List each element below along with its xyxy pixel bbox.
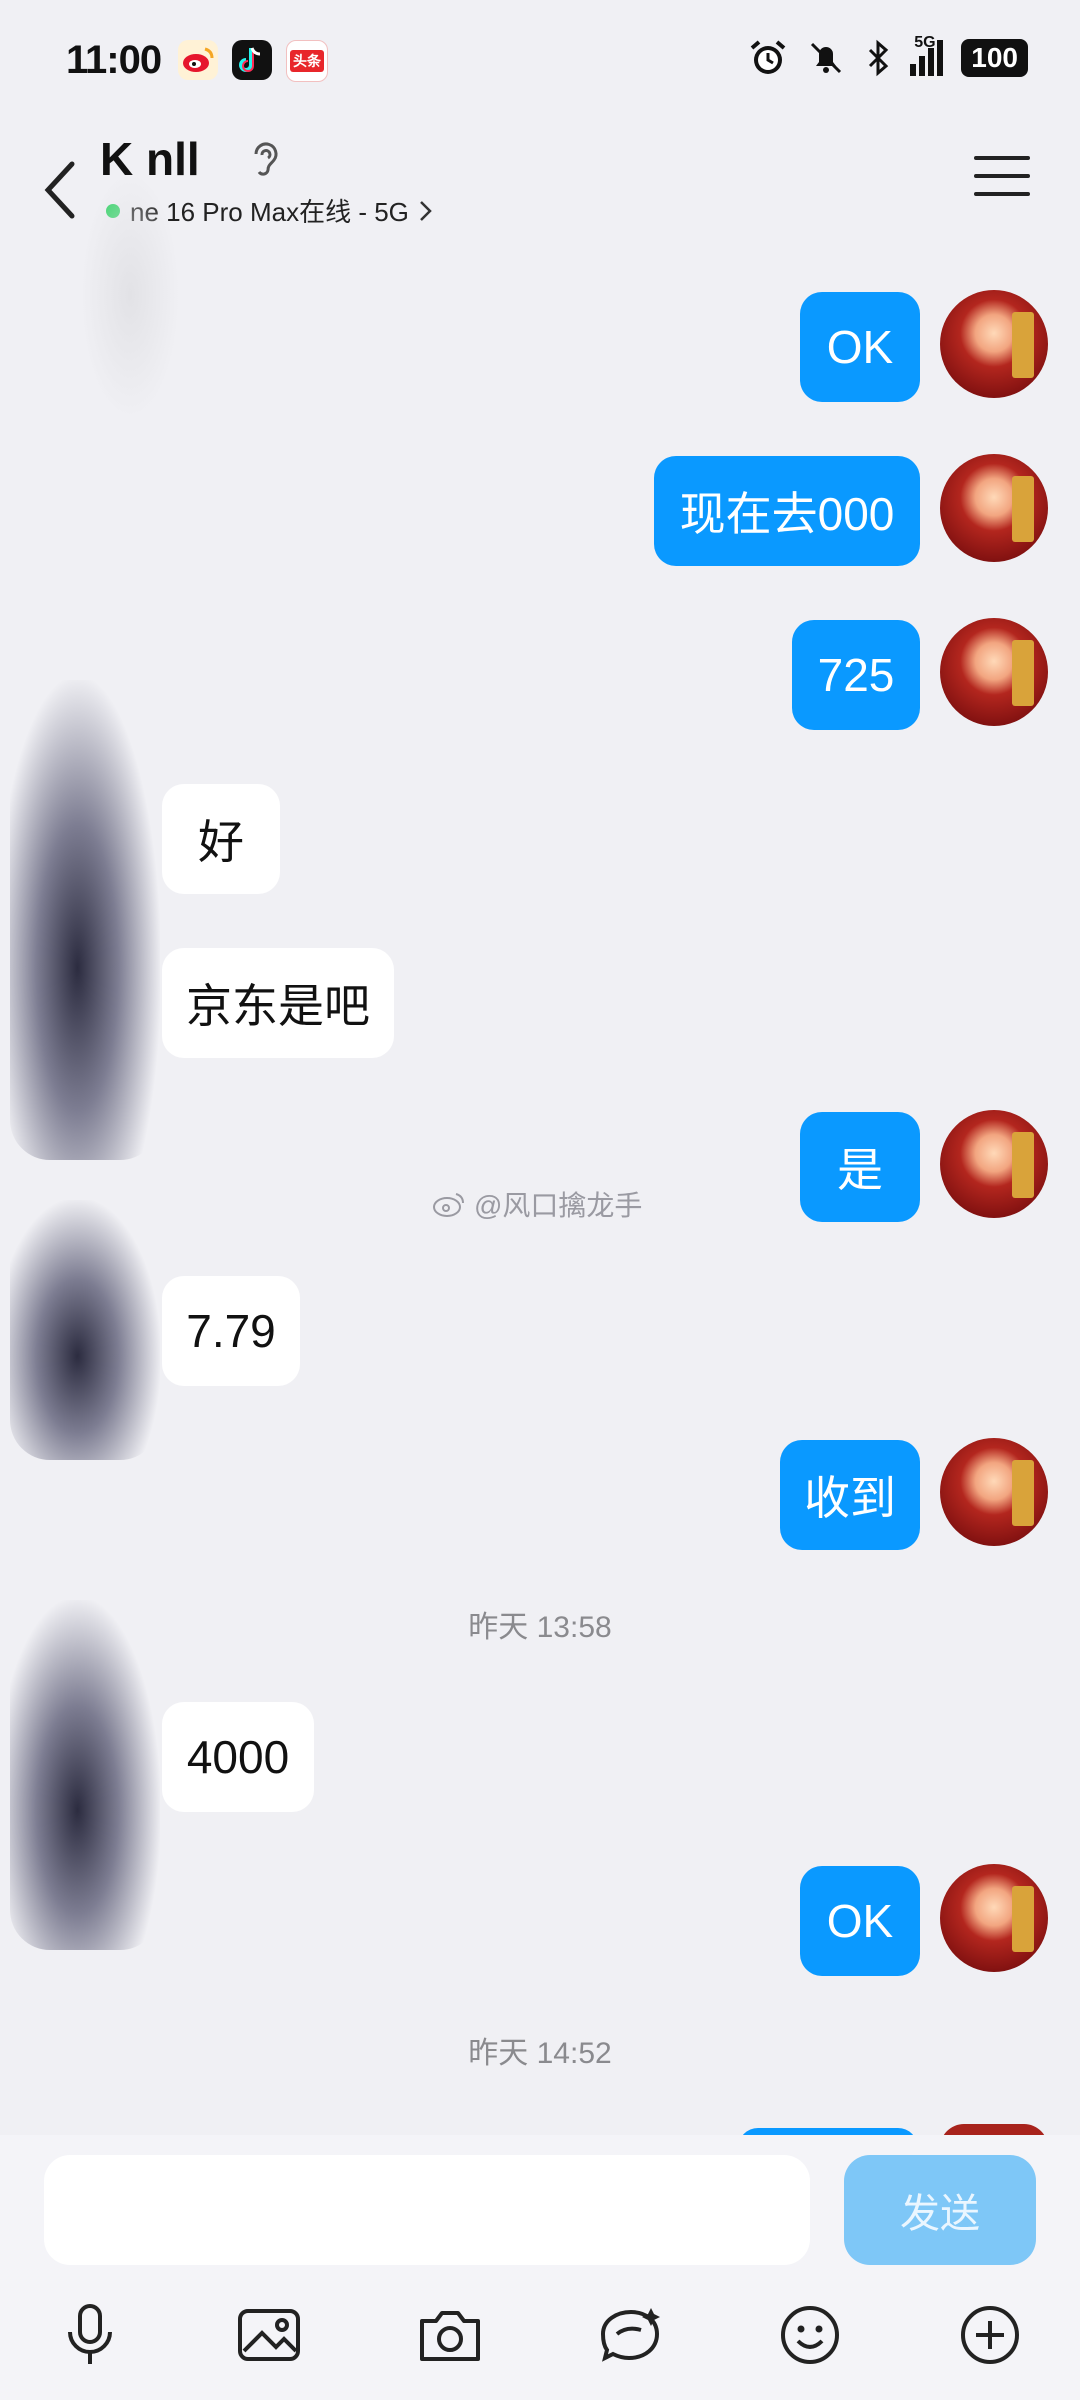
plus-icon[interactable] [950,2295,1030,2375]
weibo-logo-icon [433,1193,464,1217]
chevron-right-icon [420,200,432,221]
douyin-icon [232,40,272,80]
camera-icon[interactable] [410,2295,490,2375]
notification-app-icons: 头条 [178,40,328,82]
watermark: @风口擒龙手 [432,1184,642,1224]
sent-message-bubble[interactable]: OK [800,1866,920,1976]
message-input[interactable] [44,2155,810,2265]
sent-message-bubble[interactable]: 725 [792,620,920,730]
timestamp: 昨天 13:58 [468,1611,612,1644]
ear-icon[interactable] [248,138,282,183]
network-type: 5G [914,34,936,51]
my-avatar[interactable] [940,618,1048,726]
red-packet-icon[interactable] [590,2295,670,2375]
chevron-left-icon [44,161,75,219]
received-message-bubble[interactable]: 京东是吧 [162,948,394,1058]
my-avatar[interactable] [940,1438,1048,1546]
input-area: 发送 [0,2135,1080,2400]
contact-avatar-blurred[interactable] [10,680,160,1160]
my-avatar[interactable] [940,1864,1048,1972]
system-status-icons: 5G 100 [748,34,1028,78]
toutiao-label: 头条 [290,50,324,72]
contact-avatar-blurred[interactable] [10,1200,160,1460]
input-toolbar [0,2295,1080,2385]
my-avatar[interactable] [940,454,1048,562]
my-avatar[interactable] [940,1110,1048,1218]
weibo-icon [178,40,218,80]
chat-header: K nll ne 16 Pro Max在线 - 5G [0,120,1080,420]
toutiao-icon: 头条 [286,40,328,82]
battery-indicator: 100 [961,39,1028,77]
received-message-bubble[interactable]: 7.79 [162,1276,300,1386]
status-time: 11:00 [66,38,162,82]
sent-message-bubble[interactable]: 现在去000 [654,456,920,566]
received-message-bubble[interactable]: 4000 [162,1702,314,1812]
my-avatar[interactable] [940,290,1048,398]
contact-avatar-blurred[interactable] [10,1600,160,1950]
sent-message-bubble[interactable]: OK [800,292,920,402]
mute-bell-icon [811,42,842,74]
signal-5g-icon: 5G [910,34,944,76]
watermark-text: @风口擒龙手 [474,1190,643,1221]
bluetooth-icon [869,39,889,77]
sent-message-bubble[interactable]: 是 [800,1112,920,1222]
blurred-region [80,170,180,420]
sent-message-bubble[interactable]: 收到 [780,1440,920,1550]
send-button[interactable]: 发送 [844,2155,1036,2265]
alarm-icon [750,40,786,74]
emoji-icon[interactable] [770,2295,850,2375]
status-bar: 11:00 头条 5G 100 [0,0,1080,120]
microphone-icon[interactable] [50,2295,130,2375]
timestamp: 昨天 14:52 [468,2037,612,2070]
received-message-bubble[interactable]: 好 [162,784,280,894]
menu-button[interactable] [974,148,1030,204]
image-icon[interactable] [230,2295,310,2375]
